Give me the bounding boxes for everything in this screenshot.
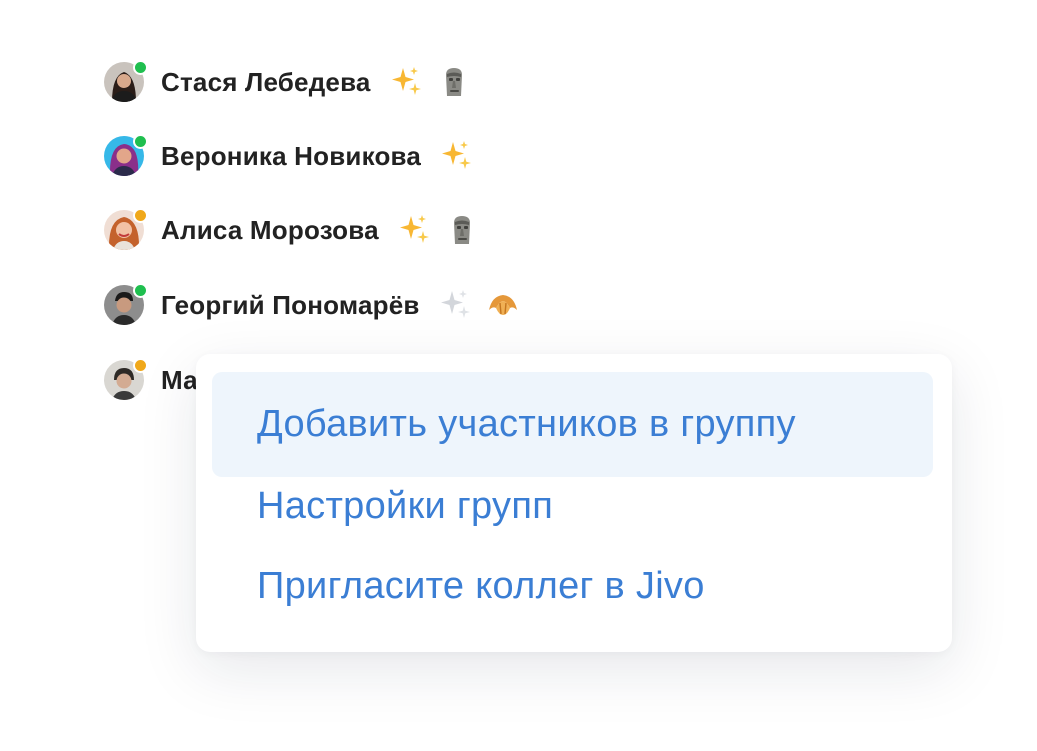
member-row[interactable]: Вероника Новикова (104, 134, 473, 176)
croissant-emoji (486, 288, 520, 322)
member-name: Алиса Морозова (161, 214, 379, 245)
member-row[interactable]: Стася Лебедева (104, 60, 471, 102)
avatar (104, 60, 148, 102)
member-name: Стася Лебедева (161, 66, 371, 97)
avatar (104, 283, 148, 325)
status-dot (133, 208, 148, 223)
member-row[interactable]: Ма (104, 358, 198, 400)
avatar (104, 208, 148, 250)
member-name: Ма (161, 364, 198, 395)
sparkles-emoji (389, 65, 423, 99)
status-dot (133, 60, 148, 75)
member-name: Георгий Пономарёв (161, 289, 420, 320)
avatar (104, 358, 148, 400)
member-row[interactable]: Георгий Пономарёв (104, 283, 520, 325)
context-menu: Добавить участников в группу Настройки г… (196, 354, 952, 652)
status-dot (133, 358, 148, 373)
member-name: Вероника Новикова (161, 140, 422, 171)
sparkles-emoji (397, 213, 431, 247)
member-row[interactable]: Алиса Морозова (104, 208, 479, 250)
invite-colleagues-item[interactable]: Пригласите коллег в Jivo (212, 534, 933, 639)
sparkles-faded-emoji (438, 288, 472, 322)
status-dot (133, 134, 148, 149)
avatar (104, 134, 148, 176)
moai-emoji (445, 213, 479, 247)
sparkles-emoji (439, 139, 473, 173)
moai-emoji (437, 65, 471, 99)
status-dot (133, 283, 148, 298)
